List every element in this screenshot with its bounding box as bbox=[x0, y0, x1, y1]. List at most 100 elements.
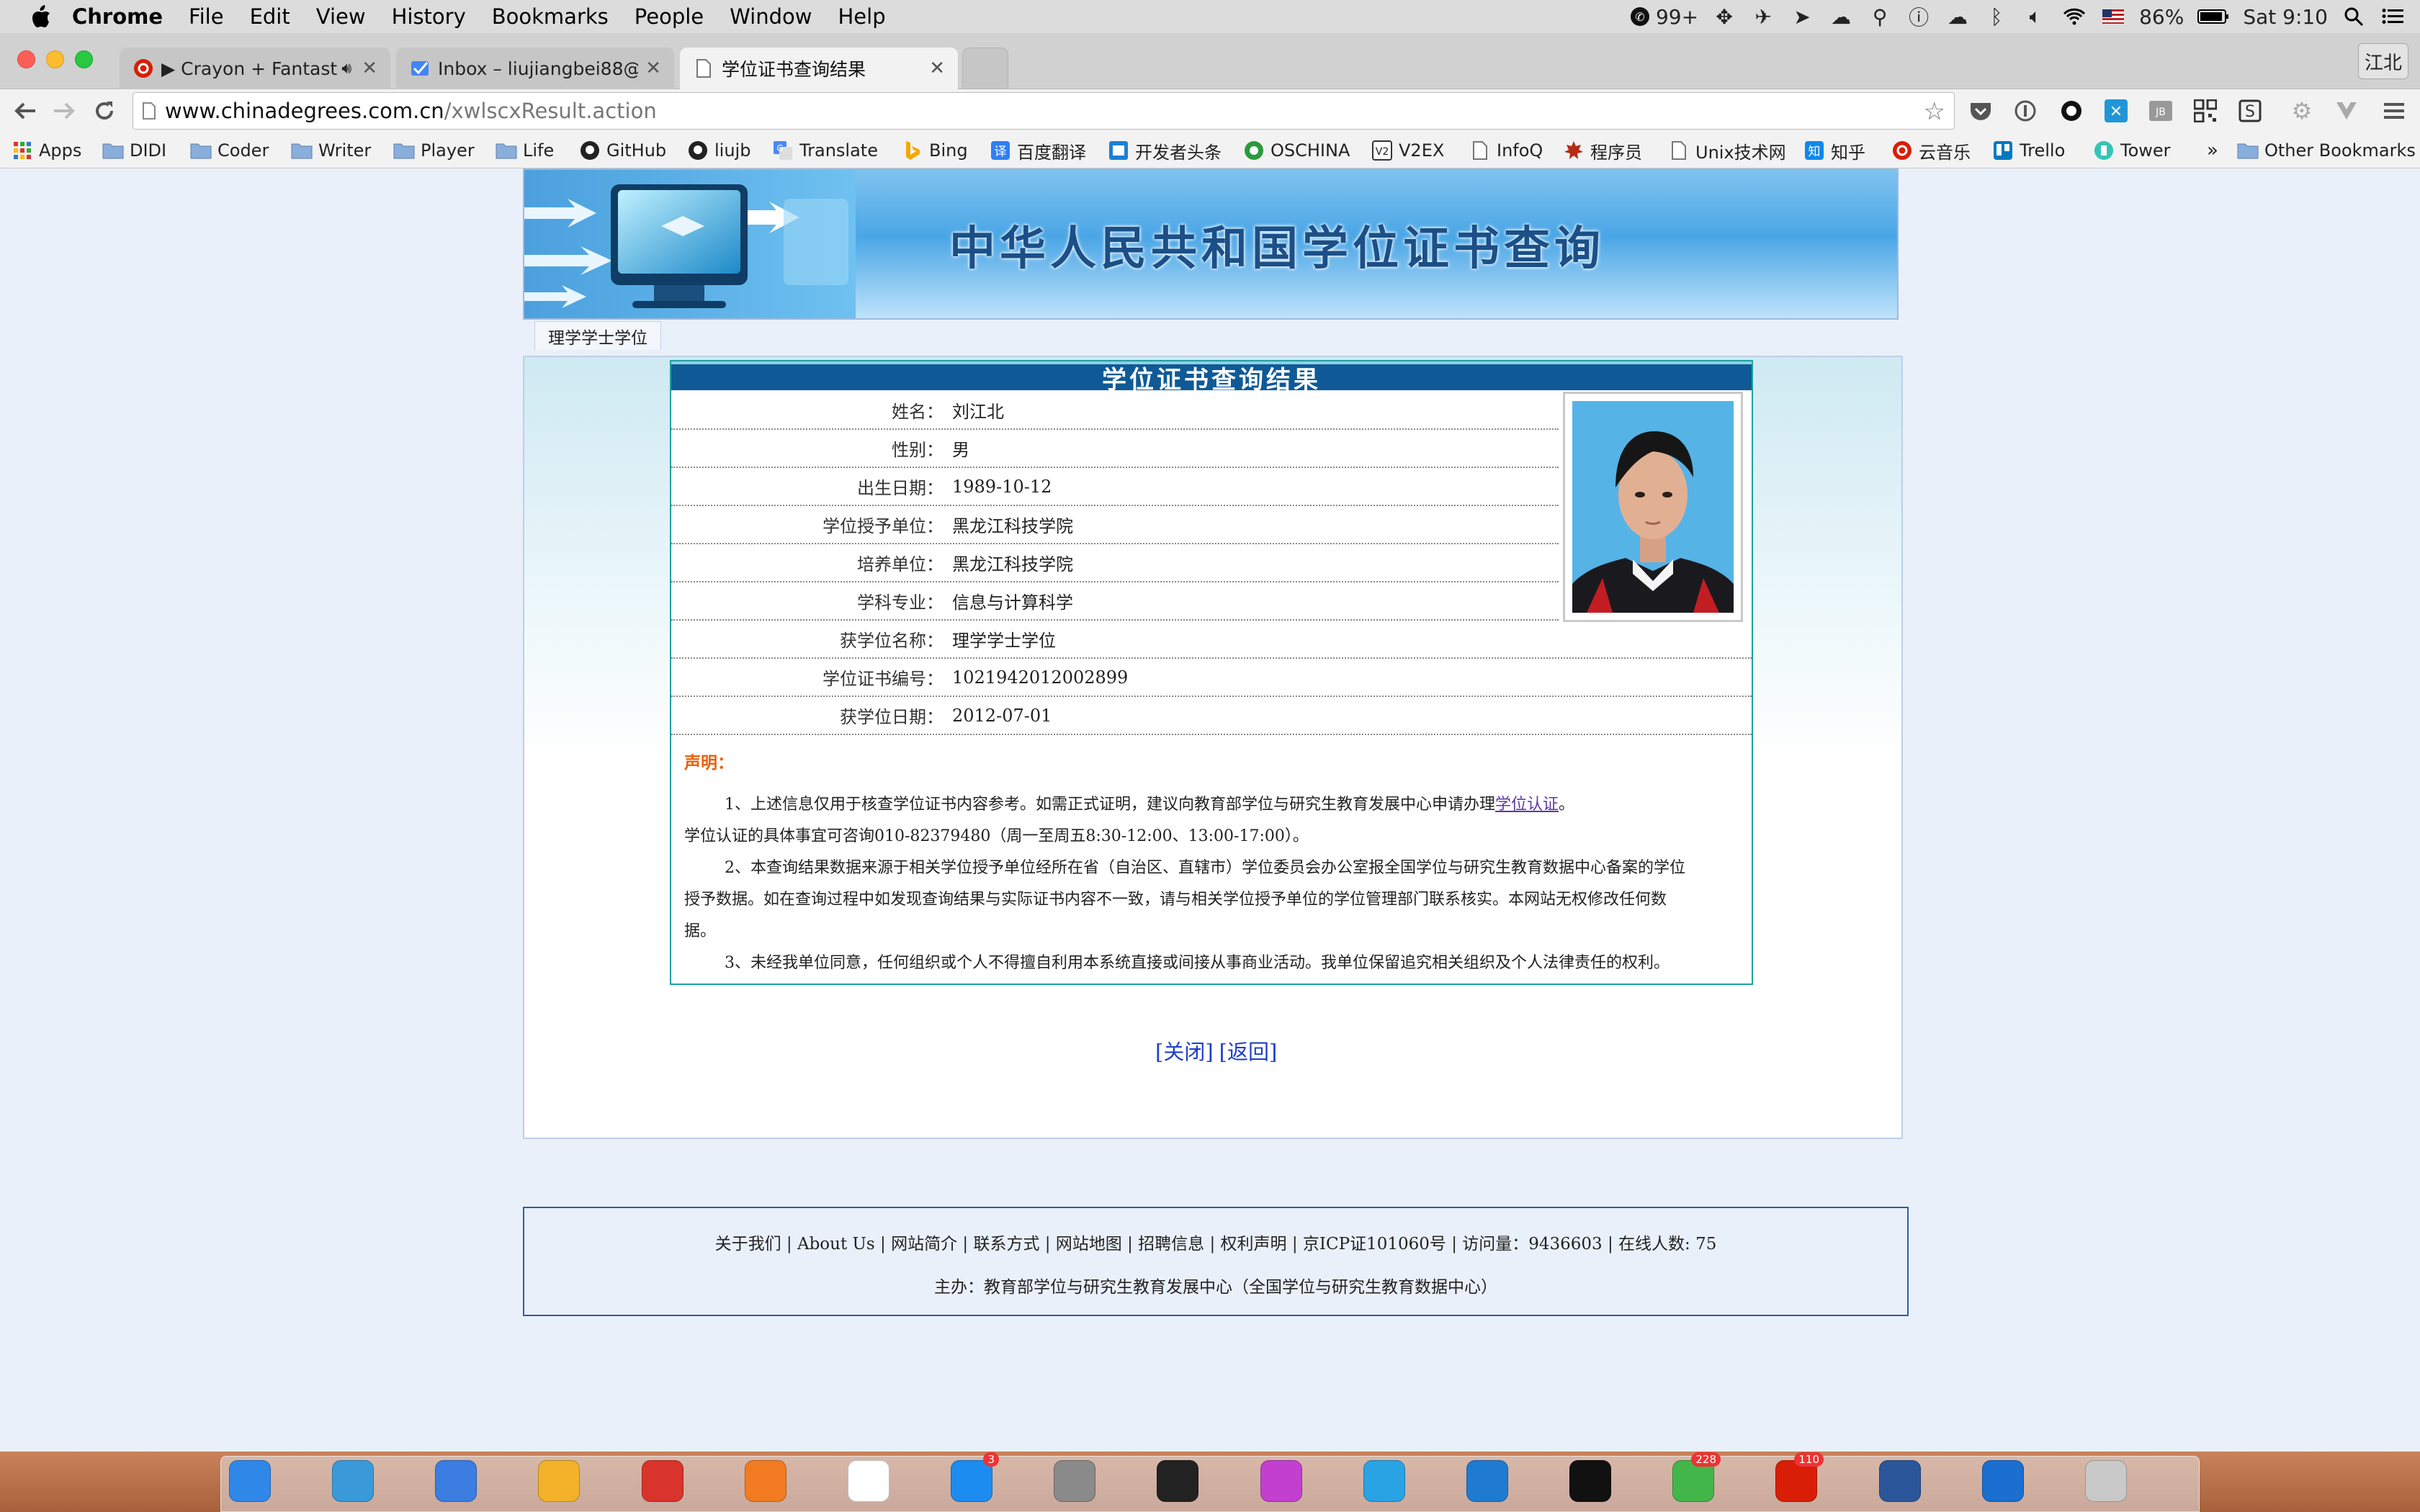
wifi-icon[interactable] bbox=[2061, 4, 2087, 30]
forward-button[interactable] bbox=[46, 93, 82, 129]
clock[interactable]: Sat 9:10 bbox=[2243, 5, 2328, 29]
info-icon[interactable]: ⓘ bbox=[1906, 4, 1932, 30]
circle-ext-icon[interactable] bbox=[2057, 96, 2086, 125]
jsonview-ext-icon[interactable]: JB bbox=[2146, 96, 2175, 125]
volume-icon[interactable]: 🔈︎ bbox=[2022, 4, 2048, 30]
tab-netease-music[interactable]: ▶ Crayon + Fantastic Ba 🔊︎ ✕ bbox=[120, 48, 390, 89]
bookmark-zhihu[interactable]: 知知乎 bbox=[1803, 138, 1865, 163]
vue-ext-icon[interactable] bbox=[2332, 96, 2361, 125]
bookmark-github[interactable]: GitHub bbox=[579, 138, 666, 163]
vscode-icon[interactable] bbox=[1466, 1460, 1508, 1502]
zoom-window-button[interactable] bbox=[75, 50, 93, 68]
bookmark-baidu-translate[interactable]: 译百度翻译 bbox=[990, 138, 1086, 163]
menu-edit[interactable]: Edit bbox=[250, 4, 290, 29]
close-tab-icon[interactable]: ✕ bbox=[362, 58, 377, 79]
bookmark-star-icon[interactable]: ☆ bbox=[1924, 97, 1945, 126]
pocket-icon[interactable] bbox=[1966, 96, 1995, 125]
bluetooth-icon[interactable]: ᛒ bbox=[1984, 4, 2009, 30]
gear-ext-icon[interactable]: ⚙ bbox=[2287, 96, 2316, 125]
spotlight-search-icon[interactable] bbox=[2341, 4, 2367, 30]
profile-button[interactable]: 江北 bbox=[2358, 43, 2408, 79]
bookmark-writer[interactable]: Writer bbox=[291, 138, 371, 163]
bookmarks-overflow-button[interactable]: » bbox=[2207, 138, 2218, 163]
calendar-icon[interactable] bbox=[848, 1460, 889, 1502]
back-button[interactable] bbox=[7, 93, 43, 129]
close-tab-icon[interactable]: ✕ bbox=[929, 58, 945, 79]
qr-code-icon[interactable] bbox=[2191, 96, 2220, 125]
phpstorm-icon[interactable] bbox=[1260, 1460, 1302, 1502]
audio-playing-icon[interactable]: 🔊︎ bbox=[341, 60, 351, 78]
menu-view[interactable]: View bbox=[316, 4, 366, 29]
reload-button[interactable] bbox=[86, 93, 122, 129]
close-tab-icon[interactable]: ✕ bbox=[645, 58, 661, 79]
menu-people[interactable]: People bbox=[635, 4, 704, 29]
menu-help[interactable]: Help bbox=[838, 4, 885, 29]
notification-center-icon[interactable] bbox=[2380, 4, 2406, 30]
bookmark-netease-music[interactable]: 云音乐 bbox=[1891, 138, 1971, 163]
tab-inbox[interactable]: Inbox – liujiangbei88@gmail ✕ bbox=[396, 48, 674, 89]
bookmark-v2ex[interactable]: V2 V2EX bbox=[1371, 138, 1444, 163]
bookmark-unix[interactable]: Unix技术网 bbox=[1668, 138, 1786, 163]
dropbox-icon[interactable]: ✥ bbox=[1711, 4, 1737, 30]
apple-menu-icon[interactable] bbox=[26, 1, 56, 32]
menu-file[interactable]: File bbox=[189, 4, 224, 29]
menu-window[interactable]: Window bbox=[730, 4, 812, 29]
qq-icon[interactable] bbox=[1569, 1460, 1611, 1502]
bookmark-programmer[interactable]: 程序员 bbox=[1563, 138, 1642, 163]
tab-degree-type[interactable]: 理学学士学位 bbox=[534, 321, 661, 350]
flag-icon[interactable] bbox=[2100, 4, 2126, 30]
bookmark-infoq[interactable]: InfoQ bbox=[1469, 138, 1543, 163]
finder-icon[interactable] bbox=[229, 1460, 271, 1502]
new-tab-button[interactable] bbox=[962, 48, 1008, 89]
app-store-icon[interactable]: 3 bbox=[951, 1452, 999, 1502]
bookmark-tower[interactable]: Tower bbox=[2093, 138, 2171, 163]
trash-icon[interactable] bbox=[2085, 1460, 2127, 1502]
menu-history[interactable]: History bbox=[392, 4, 466, 29]
bookmark-life[interactable]: Life bbox=[496, 138, 554, 163]
battery-icon[interactable] bbox=[2197, 4, 2230, 30]
bookmark-apps[interactable]: Apps bbox=[12, 138, 81, 163]
bookmark-coder[interactable]: Coder bbox=[190, 138, 269, 163]
airmail-icon[interactable]: ✈ bbox=[1750, 4, 1776, 30]
degree-certification-link[interactable]: 学位认证 bbox=[1495, 796, 1559, 814]
bookmark-translate[interactable]: G Translate bbox=[772, 138, 878, 163]
bookmark-bing[interactable]: Bing bbox=[902, 138, 968, 163]
cloud-icon[interactable]: ☁ bbox=[1945, 4, 1971, 30]
onepassword-ext-icon[interactable] bbox=[2011, 96, 2040, 125]
bookmark-didi[interactable]: DIDI bbox=[102, 138, 166, 163]
footer-links[interactable]: 关于我们 | About Us | 网站简介 | 联系方式 | 网站地图 | 招… bbox=[524, 1230, 1907, 1254]
back-link[interactable]: [返回] bbox=[1219, 1035, 1278, 1066]
mail-icon[interactable] bbox=[435, 1460, 477, 1502]
1password-icon[interactable] bbox=[1982, 1460, 2024, 1502]
webstorm-icon[interactable] bbox=[1363, 1460, 1405, 1502]
close-window-button[interactable] bbox=[17, 50, 35, 68]
chrome-icon[interactable] bbox=[538, 1460, 580, 1502]
safari-icon[interactable] bbox=[332, 1460, 374, 1502]
terminal-icon[interactable] bbox=[1157, 1460, 1198, 1502]
send-icon[interactable]: ➤ bbox=[1789, 4, 1815, 30]
bookmark-player[interactable]: Player bbox=[393, 138, 475, 163]
netease-music-icon[interactable]: 110 bbox=[1775, 1452, 1824, 1502]
xcode-ext-icon[interactable]: ✕ bbox=[2102, 96, 2130, 125]
bookmark-toutiao[interactable]: 开发者头条 bbox=[1108, 138, 1222, 163]
tab-degree-query[interactable]: 学位证书查询结果 ✕ bbox=[680, 48, 958, 89]
address-bar[interactable]: www.chinadegrees.com.cn/xwlscxResult.act… bbox=[133, 92, 1955, 130]
close-link[interactable]: [关闭] bbox=[1155, 1035, 1214, 1066]
qq-status-icon[interactable]: ☁ bbox=[1828, 4, 1854, 30]
opera-icon[interactable] bbox=[642, 1460, 684, 1502]
menu-chrome[interactable]: Chrome bbox=[72, 4, 163, 29]
word-icon[interactable] bbox=[1879, 1460, 1921, 1502]
pin-icon[interactable]: ⚲ bbox=[1867, 4, 1893, 30]
wechat-icon[interactable]: 228 bbox=[1672, 1452, 1721, 1502]
notification-icon[interactable]: ✆ bbox=[1627, 4, 1653, 30]
chrome-menu-icon[interactable] bbox=[2380, 96, 2408, 125]
menu-bookmarks[interactable]: Bookmarks bbox=[492, 4, 609, 29]
firefox-icon[interactable] bbox=[745, 1460, 786, 1502]
bookmark-oschina[interactable]: OSCHINA bbox=[1243, 138, 1350, 163]
s-ext-icon[interactable]: S bbox=[2236, 96, 2264, 125]
bookmark-other[interactable]: Other Bookmarks bbox=[2237, 138, 2416, 163]
bookmark-trello[interactable]: Trello bbox=[1992, 138, 2065, 163]
page-info-icon[interactable] bbox=[133, 102, 165, 120]
bookmark-liujb[interactable]: liujb bbox=[687, 138, 750, 163]
minimize-window-button[interactable] bbox=[46, 50, 64, 68]
